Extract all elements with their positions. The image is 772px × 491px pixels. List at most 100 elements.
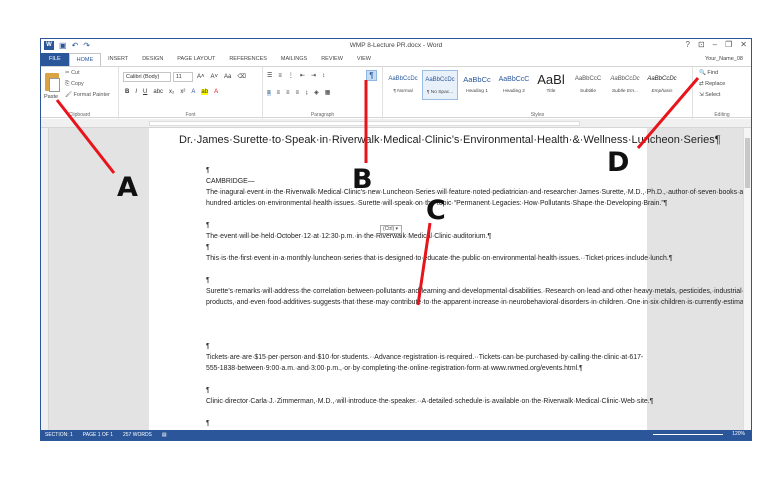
vertical-ruler[interactable] [41, 128, 49, 430]
justify-icon[interactable]: ≡ [296, 90, 300, 96]
paste-icon[interactable] [45, 73, 60, 92]
cut-button[interactable]: ✂ Cut [65, 70, 80, 76]
restore-button[interactable]: ❐ [725, 40, 732, 49]
subscript-icon[interactable]: x₂ [169, 89, 174, 95]
user-name[interactable]: Your_Name_08 [705, 56, 743, 62]
style-name: Subtle Em... [611, 89, 639, 94]
ruler-track [149, 121, 580, 126]
horizontal-ruler[interactable] [41, 119, 751, 128]
paragraph[interactable]: The·event·will·be·held·October·12·at·12:… [206, 231, 601, 242]
paragraph[interactable]: ¶ [206, 220, 601, 231]
paste-button[interactable]: Paste [44, 94, 58, 100]
style-heading-1[interactable]: AaBbCc Heading 1 [459, 70, 495, 100]
copy-button[interactable]: ⎘ Copy [65, 81, 84, 88]
style-preview: AaBbCcC [574, 76, 602, 82]
editing-group: 🔍 Find ⇄ Replace ⇲ Select Editing [693, 67, 751, 119]
document-title[interactable]: Dr.·James·Surette·to·Speak·in·Riverwalk·… [179, 133, 721, 147]
ribbon: Paste ✂ Cut ⎘ Copy 🖌 Format Painter Clip… [41, 66, 751, 119]
page-indicator[interactable]: PAGE 1 OF 1 [83, 432, 113, 438]
font-color-icon[interactable]: A [214, 89, 218, 95]
numbering-icon[interactable]: ≡ [278, 73, 282, 79]
highlight-icon[interactable]: ab [201, 89, 209, 95]
select-button[interactable]: ⇲ Select [699, 92, 720, 98]
word-count[interactable]: 257 WORDS [123, 432, 152, 438]
borders-icon[interactable]: ▦ [325, 89, 331, 96]
bold-icon[interactable]: B [125, 89, 129, 95]
font-name-select[interactable]: Calibri (Body) [123, 72, 171, 82]
tab-review[interactable]: REVIEW [314, 53, 350, 66]
paragraph[interactable]: ¶ [206, 385, 601, 396]
format-painter-label: Format Painter [73, 92, 110, 98]
scrollbar-thumb[interactable] [745, 138, 750, 188]
tab-design[interactable]: DESIGN [135, 53, 170, 66]
align-left-icon[interactable]: ≡ [267, 89, 271, 96]
italic-icon[interactable]: I [135, 89, 137, 95]
superscript-icon[interactable]: x² [180, 89, 185, 95]
find-button[interactable]: 🔍 Find [699, 70, 718, 76]
close-button[interactable]: ✕ [740, 40, 747, 49]
tab-references[interactable]: REFERENCES [222, 53, 274, 66]
tab-mailings[interactable]: MAILINGS [274, 53, 314, 66]
decrease-indent-icon[interactable]: ⇤ [300, 72, 305, 79]
tab-page-layout[interactable]: PAGE LAYOUT [170, 53, 222, 66]
style-name: Emphasis [651, 89, 673, 94]
clipboard-group-label: Clipboard [68, 112, 91, 118]
tab-insert[interactable]: INSERT [101, 53, 135, 66]
paragraph[interactable]: ¶ [206, 341, 601, 352]
align-right-icon[interactable]: ≡ [286, 90, 290, 96]
paragraph[interactable]: CAMBRIDGE—The·inagural·event·in·the·Rive… [206, 176, 743, 209]
annotation-label-c: C [426, 195, 446, 226]
style-preview: AaBbCcDc [610, 76, 640, 82]
strikethrough-icon[interactable]: abc [153, 89, 163, 95]
paragraph[interactable]: This·is·the·first·event·in·a·monthly·lun… [206, 253, 672, 264]
paragraph[interactable]: ¶ [206, 275, 601, 286]
underline-icon[interactable]: U [143, 89, 147, 95]
section-indicator[interactable]: SECTION: 1 [45, 432, 73, 438]
vertical-scrollbar[interactable] [743, 128, 751, 430]
document-page[interactable]: Dr.·James·Surette·to·Speak·in·Riverwalk·… [149, 128, 743, 430]
style-normal[interactable]: AaBbCcDc ¶ Normal [385, 70, 421, 100]
zoom-slider[interactable] [653, 434, 723, 435]
style-heading-2[interactable]: AaBbCcC Heading 2 [496, 70, 532, 100]
line-spacing-icon[interactable]: ↨ [305, 90, 308, 96]
change-case-icon[interactable]: Aa [224, 74, 231, 80]
style-subtle-emphasis[interactable]: AaBbCcDc Subtle Em... [607, 70, 643, 100]
shrink-font-icon[interactable]: A˅ [211, 74, 219, 80]
style-title[interactable]: AaBl Title [533, 70, 569, 100]
paragraph[interactable]: Clinic·director·Carla·J.·Zimmerman,·M.D.… [206, 396, 653, 407]
paragraph[interactable]: ¶ [206, 418, 601, 429]
document-area[interactable]: Dr.·James·Surette·to·Speak·in·Riverwalk·… [49, 128, 743, 430]
style-emphasis[interactable]: AaBbCcDc Emphasis [644, 70, 680, 100]
tab-view[interactable]: VIEW [350, 53, 378, 66]
style-no-spacing[interactable]: AaBbCcDc ¶ No Spac... [422, 70, 458, 100]
tab-file[interactable]: FILE [41, 53, 69, 66]
format-painter-button[interactable]: 🖌 Format Painter [65, 92, 110, 98]
paragraph[interactable]: ¶ [206, 165, 601, 176]
shading-icon[interactable]: ◈ [314, 89, 319, 96]
grow-font-icon[interactable]: A˄ [197, 74, 205, 80]
show-hide-marks-button[interactable]: ¶ [366, 70, 377, 81]
bullets-icon[interactable]: ☰ [267, 72, 272, 79]
paragraph[interactable]: Surette’s·remarks·will·address·the·corre… [206, 286, 743, 308]
style-subtitle[interactable]: AaBbCcC Subtitle [570, 70, 606, 100]
proofing-icon[interactable]: ▤ [162, 432, 167, 438]
paragraph[interactable]: ¶ [206, 242, 601, 253]
cut-label: Cut [71, 70, 80, 76]
paragraph[interactable]: Tickets·are·are·$15·per·person·and·$10·f… [206, 352, 643, 374]
help-button[interactable]: ? [686, 40, 690, 49]
replace-button[interactable]: ⇄ Replace [699, 81, 725, 87]
tab-home[interactable]: HOME [68, 53, 102, 66]
paste-options-button[interactable]: (Ctrl) ▾ [380, 225, 402, 234]
minimize-button[interactable]: – [713, 40, 717, 49]
style-preview: AaBbCcDc [647, 76, 677, 82]
zoom-level[interactable]: 120% [732, 431, 745, 437]
sort-icon[interactable]: ↕ [322, 73, 325, 79]
clear-format-icon[interactable]: ⌫ [237, 73, 245, 80]
font-size-select[interactable]: 11 [173, 72, 193, 82]
align-center-icon[interactable]: ≡ [277, 90, 281, 96]
multilevel-list-icon[interactable]: ⋮ [288, 72, 294, 79]
paragraph-group-label: Paragraph [310, 112, 335, 118]
ribbon-display-button[interactable]: ⊡ [698, 40, 705, 49]
increase-indent-icon[interactable]: ⇥ [311, 72, 316, 79]
text-effects-icon[interactable]: A [191, 89, 195, 95]
